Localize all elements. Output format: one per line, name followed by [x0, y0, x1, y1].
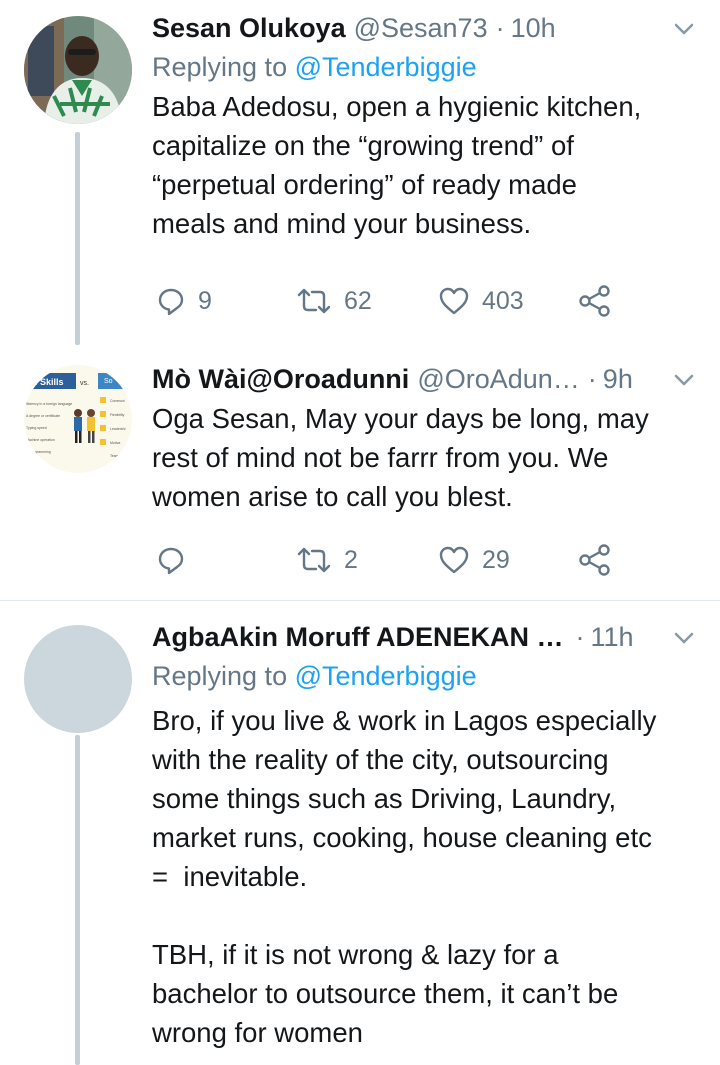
share-icon: [579, 285, 610, 317]
svg-text:fficiency in a foreign languag: fficiency in a foreign language: [26, 402, 72, 406]
like-button[interactable]: 403: [438, 281, 524, 321]
replying-to: Replying to @Tenderbiggie: [152, 48, 694, 86]
tweet[interactable]: AgbaAkin Moruff ADENEKAN … · 11h Replyin…: [0, 601, 720, 1065]
like-count: 29: [482, 545, 510, 574]
timestamp[interactable]: 10h: [511, 10, 556, 46]
svg-text:er programming: er programming: [26, 450, 51, 454]
thread-line: [75, 735, 80, 1065]
svg-text:Leadershi: Leadershi: [110, 427, 126, 431]
replying-to: Replying to @Tenderbiggie: [152, 657, 694, 695]
svg-text:Flexibility: Flexibility: [110, 413, 125, 417]
author-handle[interactable]: @OroAdun…: [417, 361, 579, 397]
author-name[interactable]: Sesan Olukoya: [152, 10, 346, 46]
retweet-button[interactable]: 2: [296, 540, 358, 580]
retweet-count: 62: [344, 286, 372, 315]
reply-icon: [158, 288, 184, 316]
separator: ·: [575, 622, 585, 652]
reply-icon: [158, 547, 184, 575]
replying-to-link[interactable]: @Tenderbiggie: [295, 661, 477, 691]
svg-text:Motiva: Motiva: [110, 441, 120, 445]
tweet-text: Baba Adedosu, open a hygienic kitchen, c…: [152, 91, 642, 239]
share-icon: [579, 544, 610, 576]
chevron-down-icon[interactable]: [674, 631, 694, 645]
replying-to-label: Replying to: [152, 52, 295, 82]
chevron-down-icon[interactable]: [674, 22, 694, 36]
avatar[interactable]: [24, 16, 132, 124]
svg-text:Teamw: Teamw: [110, 454, 122, 458]
timestamp[interactable]: 11h: [591, 619, 634, 655]
reply-button[interactable]: 9: [156, 281, 212, 321]
retweet-icon: [297, 547, 331, 573]
tweet[interactable]: Sesan Olukoya @Sesan73 · 10h Replying to…: [0, 0, 720, 345]
separator: ·: [495, 13, 505, 43]
like-icon: [439, 546, 469, 574]
svg-text:A degree or certificate: A degree or certificate: [26, 414, 60, 418]
chevron-down-icon[interactable]: [674, 373, 694, 387]
reply-count: 9: [198, 286, 212, 315]
reply-button[interactable]: [156, 540, 198, 580]
svg-text:Typing speed: Typing speed: [26, 426, 47, 430]
tweet-text: Bro, if you live & work in Lagos especia…: [152, 705, 657, 1048]
author-name[interactable]: AgbaAkin Moruff ADENEKAN …: [152, 619, 564, 655]
timestamp[interactable]: 9h: [603, 361, 633, 397]
avatar[interactable]: d Skills vs. So fficiency in a foreign l…: [24, 365, 132, 473]
retweet-icon: [297, 288, 331, 314]
tweet-text: Oga Sesan, May your days be long, may re…: [152, 403, 649, 512]
like-button[interactable]: 29: [438, 540, 510, 580]
svg-text:Communi: Communi: [110, 399, 125, 403]
share-button[interactable]: [578, 540, 612, 580]
svg-text:vs.: vs.: [80, 380, 89, 387]
svg-text:Machine operation: Machine operation: [26, 438, 55, 442]
share-button[interactable]: [578, 281, 612, 321]
author-handle[interactable]: @Sesan73: [354, 10, 488, 46]
separator: ·: [587, 364, 597, 394]
retweet-button[interactable]: 62: [296, 281, 372, 321]
avatar[interactable]: [24, 625, 132, 733]
retweet-count: 2: [344, 545, 358, 574]
svg-text:So: So: [104, 378, 113, 385]
replying-to-link[interactable]: @Tenderbiggie: [295, 52, 477, 82]
tweet[interactable]: d Skills vs. So fficiency in a foreign l…: [0, 345, 720, 600]
like-icon: [439, 287, 469, 315]
author-name[interactable]: Mò Wài@Oroadunni: [152, 361, 409, 397]
thread-line: [75, 132, 80, 345]
replying-to-label: Replying to: [152, 661, 295, 691]
like-count: 403: [482, 286, 524, 315]
svg-text:d Skills: d Skills: [32, 377, 64, 387]
